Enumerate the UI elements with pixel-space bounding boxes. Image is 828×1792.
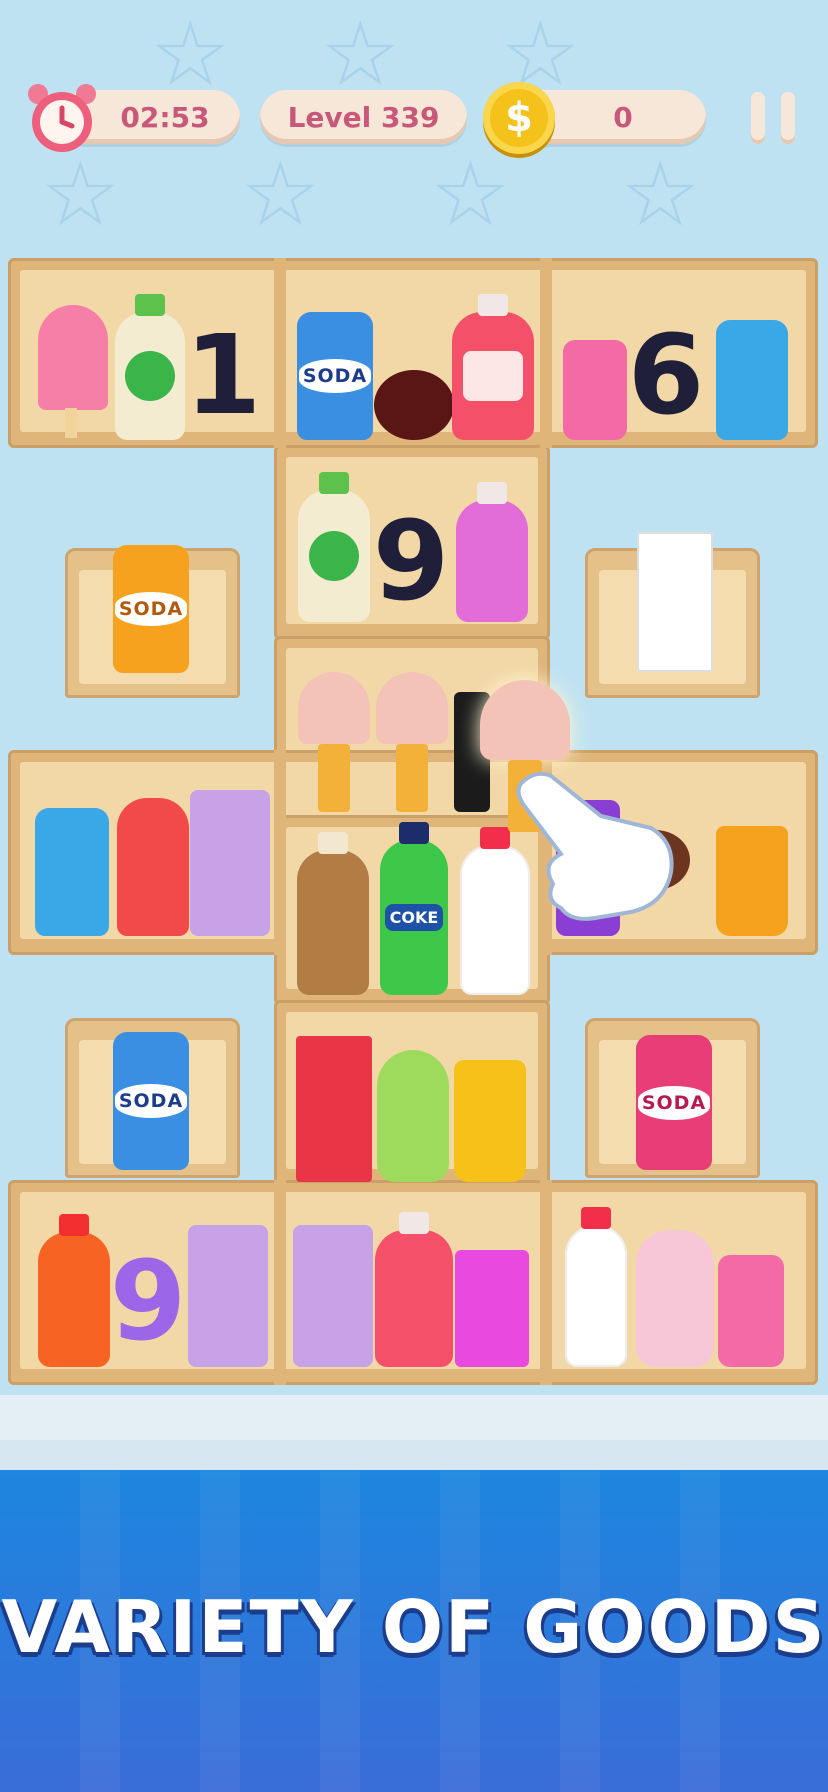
yogurt-bottle-item[interactable] (115, 294, 185, 440)
frappe-cup-item[interactable] (117, 798, 189, 936)
lipstick-item[interactable] (718, 1255, 784, 1367)
tutorial-hand-pointer-icon (516, 771, 674, 921)
yogurt-bottle-item[interactable] (298, 472, 370, 622)
pause-bar-icon (781, 92, 795, 144)
apple-item[interactable] (374, 370, 454, 440)
brush-bristles (480, 680, 570, 760)
cat-can-item[interactable] (716, 320, 788, 440)
soda-can-item[interactable]: SODA (297, 312, 373, 440)
soda-label: SODA (114, 1084, 188, 1118)
pretzel-stick-box-item[interactable] (637, 532, 713, 672)
banner-slogan: VARIETY OF GOODS (1, 1585, 827, 1669)
level-display: Level 339 (260, 90, 467, 144)
soda-label: SODA (637, 1085, 711, 1120)
makeup-brush-item[interactable] (376, 672, 448, 812)
star-decoration-icon: ☆ (430, 142, 511, 247)
grape-juice-item[interactable] (456, 482, 528, 622)
brush-handle (318, 744, 350, 812)
bottle-cap (399, 1212, 429, 1234)
fries-box-item[interactable] (190, 790, 270, 936)
digit-toy-item[interactable]: 9 (370, 497, 452, 625)
shelf-divider (274, 1180, 286, 1385)
fries-box-item[interactable] (188, 1225, 268, 1367)
soda-label: SODA (114, 592, 188, 626)
coffee-bottle-item[interactable] (297, 832, 369, 995)
bottle-cap (59, 1214, 89, 1236)
pocky-box-item[interactable] (296, 1036, 372, 1182)
shelf-divider (274, 750, 286, 955)
level-text: Level 339 (287, 100, 440, 134)
digit-toy-item[interactable]: 1 (185, 310, 262, 440)
pause-bar-icon (751, 92, 765, 144)
cherry-milk-bottle-item[interactable] (565, 1207, 627, 1367)
shelf-divider (274, 258, 286, 448)
star-decoration-icon: ☆ (150, 2, 231, 107)
orange-yogurt-item[interactable] (38, 1214, 110, 1367)
teapot-item[interactable] (377, 1050, 449, 1182)
coke-label: COKE (384, 904, 444, 931)
bottle-label (125, 351, 175, 401)
drink-cup-item[interactable] (716, 826, 788, 936)
bottle-cap (135, 294, 165, 316)
fries-box-item[interactable] (293, 1225, 373, 1367)
soda-can-item[interactable]: SODA (113, 1032, 189, 1170)
bottle-cap (478, 294, 508, 316)
ice-cream-stick (65, 408, 77, 438)
digit-toy-item[interactable]: 6 (626, 310, 706, 440)
digit-toy-item[interactable]: 9 (108, 1235, 188, 1367)
bottle-label (463, 351, 523, 401)
coin-count-text: 0 (613, 100, 633, 134)
coke-bottle-item[interactable]: COKE (380, 822, 448, 995)
makeup-brush-item[interactable] (298, 672, 370, 812)
pause-button[interactable] (745, 85, 801, 151)
alarm-clock-icon (28, 84, 96, 152)
shelf-divider (540, 258, 552, 448)
bottle-cap (318, 832, 348, 854)
star-decoration-icon: ☆ (620, 142, 701, 247)
star-decoration-icon: ☆ (40, 142, 121, 247)
bottle-cap (399, 822, 429, 844)
peach-juice-item[interactable] (375, 1212, 453, 1367)
star-decoration-icon: ☆ (240, 142, 321, 247)
soda-label: SODA (298, 359, 372, 393)
coin-icon: $ (483, 82, 555, 154)
cat-can-item[interactable] (35, 808, 109, 936)
soda-can-item[interactable]: SODA (636, 1035, 712, 1170)
bottle-cap (581, 1207, 611, 1229)
bottle-cap (319, 472, 349, 494)
bottle-cap (477, 482, 507, 504)
timer-text: 02:53 (120, 100, 210, 134)
bottle-label (309, 531, 359, 581)
shelf-divider (540, 1180, 552, 1385)
drink-cup-item[interactable] (454, 1060, 526, 1182)
star-decoration-icon: ☆ (320, 2, 401, 107)
brush-handle (396, 744, 428, 812)
soda-can-item[interactable]: SODA (113, 545, 189, 673)
lipstick-item[interactable] (563, 340, 627, 440)
brush-bristles (298, 672, 370, 744)
brush-bristles (376, 672, 448, 744)
gift-box-item[interactable] (455, 1250, 529, 1367)
cat-plush-item[interactable] (636, 1230, 714, 1367)
ice-cream-item[interactable] (38, 305, 108, 410)
peach-juice-item[interactable] (452, 294, 534, 440)
